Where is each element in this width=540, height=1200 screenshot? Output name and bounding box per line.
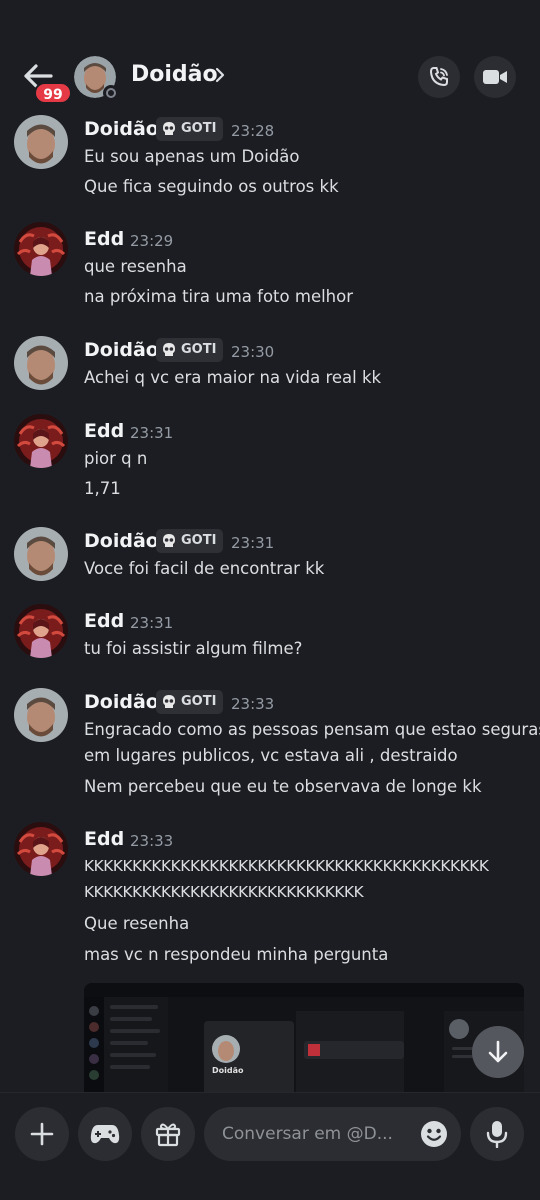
status-indicator [103, 85, 119, 101]
author-name[interactable]: Doidão [84, 118, 159, 140]
author-name[interactable]: Edd [84, 828, 124, 850]
message-text: que resenha [84, 257, 187, 276]
gamepad-icon [90, 1125, 120, 1144]
timestamp: 23:30 [231, 343, 275, 361]
avatar[interactable] [14, 527, 68, 581]
gift-button[interactable] [141, 1107, 195, 1161]
guild-tag[interactable]: GOTI [156, 690, 224, 714]
avatar[interactable] [14, 688, 68, 742]
timestamp: 23:31 [130, 614, 174, 632]
author-name[interactable]: Doidão [84, 691, 159, 713]
unread-badge: 99 [34, 82, 72, 104]
message-input[interactable] [222, 1107, 412, 1161]
message-text: na próxima tira uma foto melhor [84, 287, 354, 306]
message-text: Voce foi facil de encontrar kk [84, 559, 325, 578]
guild-tag[interactable]: GOTI [156, 117, 224, 141]
voice-message-button[interactable] [470, 1107, 524, 1161]
video-camera-icon [483, 70, 507, 84]
message-text: KKKKKKKKKKKKKKKKKKKKKKKKKKKKKKKKKKKKKKKK… [84, 857, 489, 875]
avatar[interactable] [14, 414, 68, 468]
microphone-icon [486, 1121, 508, 1148]
message-text: Que fica seguindo os outros kk [84, 177, 339, 196]
author-name[interactable]: Edd [84, 420, 124, 442]
embed-profile-name: Doidão [212, 1066, 244, 1075]
screenshot-image [84, 983, 524, 1098]
author-name[interactable]: Edd [84, 610, 124, 632]
skull-icon [163, 695, 175, 708]
avatar[interactable] [14, 222, 68, 276]
author-name[interactable]: Doidão [84, 339, 159, 361]
timestamp: 23:31 [130, 424, 174, 442]
guild-tag-label: GOTI [181, 121, 217, 136]
timestamp: 23:33 [231, 695, 275, 713]
header-title[interactable]: Doidão [131, 62, 218, 87]
timestamp: 23:31 [231, 534, 275, 552]
guild-tag-label: GOTI [181, 694, 217, 709]
skull-icon [163, 534, 175, 547]
message-text: Engracado como as pessoas pensam que est… [84, 720, 540, 739]
smiley-icon[interactable] [420, 1120, 448, 1148]
phone-call-icon [429, 67, 448, 87]
avatar-doidao [14, 336, 68, 390]
chat-header: 99 Doidão [0, 0, 540, 118]
message-text: tu foi assistir algum filme? [84, 639, 303, 658]
avatar[interactable] [14, 822, 68, 876]
timestamp: 23:28 [231, 122, 275, 140]
avatar[interactable] [14, 336, 68, 390]
video-call-button[interactable] [474, 56, 516, 98]
message-input-container[interactable] [204, 1107, 461, 1161]
add-attachment-button[interactable] [15, 1107, 69, 1161]
author-name[interactable]: Doidão [84, 530, 159, 552]
author-name[interactable]: Edd [84, 228, 124, 250]
guild-tag[interactable]: GOTI [156, 529, 224, 553]
avatar[interactable] [14, 115, 68, 169]
message-composer [0, 1092, 540, 1200]
plus-icon [30, 1122, 54, 1146]
avatar-doidao [14, 527, 68, 581]
gift-icon [155, 1123, 181, 1147]
message-text: KKKKKKKKKKKKKKKKKKKKKKKKKKKKK [84, 883, 364, 901]
message-text: Nem percebeu que eu te observava de long… [84, 777, 482, 796]
scroll-to-bottom-button[interactable] [472, 1026, 524, 1078]
message-text: Achei q vc era maior na vida real kk [84, 368, 382, 387]
timestamp: 23:29 [130, 232, 174, 250]
avatar-edd [14, 604, 68, 658]
chevron-right-icon[interactable] [214, 66, 226, 84]
message-text: Eu sou apenas um Doidão [84, 147, 300, 166]
avatar-doidao [14, 688, 68, 742]
message-list[interactable]: Doidão GOTI 23:28 Eu sou apenas um Doidã… [0, 112, 540, 1092]
guild-tag-label: GOTI [181, 342, 217, 357]
message-text: mas vc n respondeu minha pergunta [84, 945, 389, 964]
voice-call-button[interactable] [418, 56, 460, 98]
message-text: 1,71 [84, 479, 121, 498]
message-text: Que resenha [84, 914, 190, 933]
message-text: em lugares publicos, vc estava ali , des… [84, 746, 458, 765]
avatar-edd [14, 222, 68, 276]
timestamp: 23:33 [130, 832, 174, 850]
arrow-down-icon [488, 1040, 508, 1063]
avatar[interactable] [14, 604, 68, 658]
header-avatar[interactable] [74, 56, 119, 101]
activities-button[interactable] [78, 1107, 132, 1161]
avatar-edd [14, 822, 68, 876]
guild-tag-label: GOTI [181, 533, 217, 548]
skull-icon [163, 122, 175, 135]
skull-icon [163, 343, 175, 356]
message-text: pior q n [84, 449, 148, 468]
guild-tag[interactable]: GOTI [156, 338, 224, 362]
avatar-doidao [14, 115, 68, 169]
image-attachment[interactable]: Doidão [84, 983, 524, 1098]
avatar-edd [14, 414, 68, 468]
